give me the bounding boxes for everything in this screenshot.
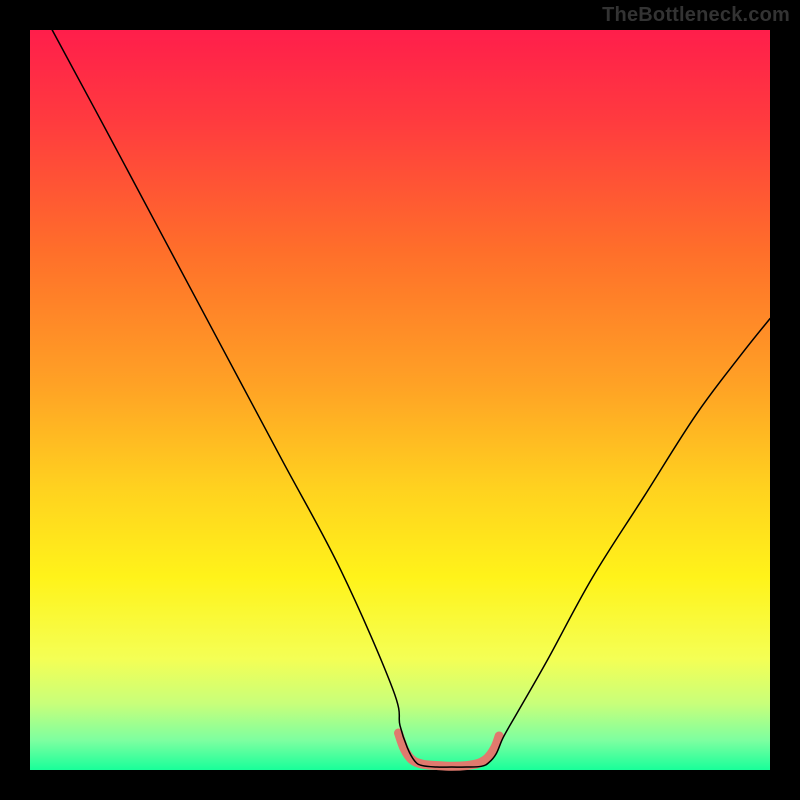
bottleneck-curve-chart: [0, 0, 800, 800]
chart-frame: TheBottleneck.com: [0, 0, 800, 800]
watermark-text: TheBottleneck.com: [602, 4, 790, 27]
gradient-background: [30, 30, 770, 770]
